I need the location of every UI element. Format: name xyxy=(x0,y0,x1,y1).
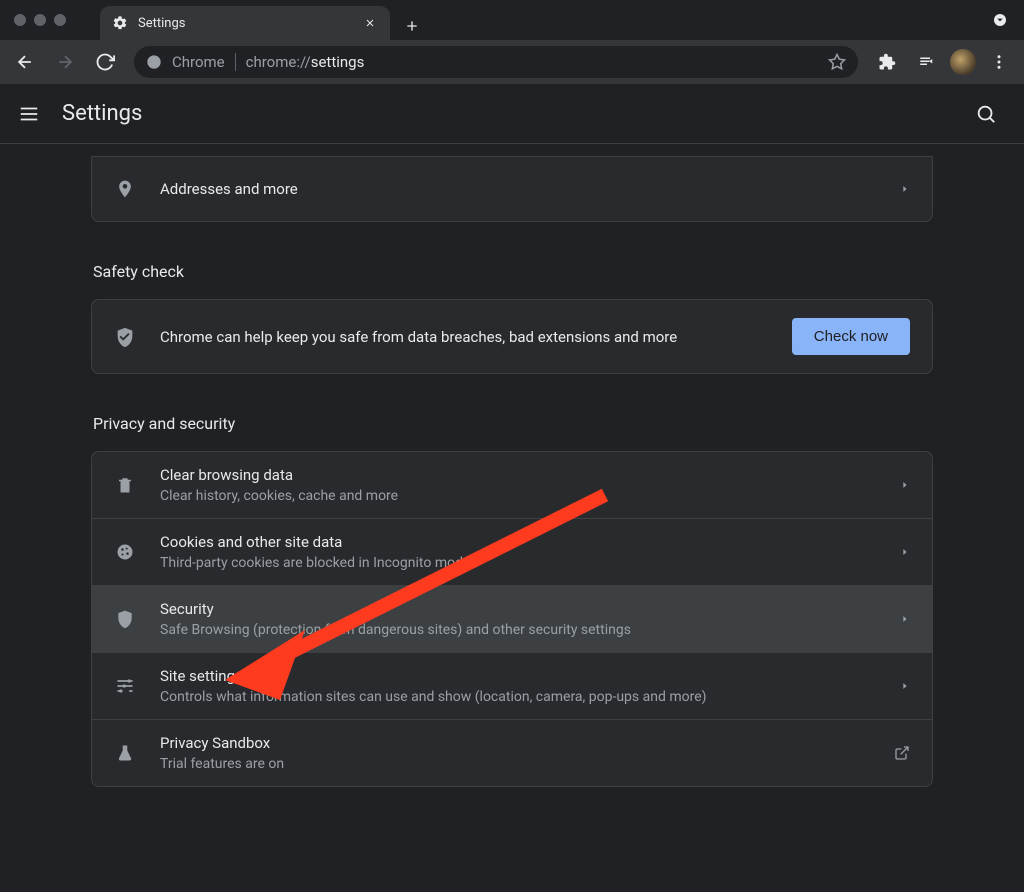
traffic-lights xyxy=(0,14,80,26)
row-title: Privacy Sandbox xyxy=(160,734,870,752)
omnibox-divider xyxy=(235,53,236,71)
search-settings-button[interactable] xyxy=(966,94,1006,134)
cookies-row[interactable]: Cookies and other site data Third-party … xyxy=(92,518,932,585)
chevron-right-icon xyxy=(900,184,910,194)
row-title: Clear browsing data xyxy=(160,466,876,484)
check-now-button[interactable]: Check now xyxy=(792,318,910,355)
row-subtitle: Trial features are on xyxy=(160,756,870,772)
hamburger-menu-icon[interactable] xyxy=(18,103,40,125)
site-info-icon[interactable] xyxy=(146,54,162,70)
chevron-right-icon xyxy=(900,480,910,490)
window-maximize[interactable] xyxy=(54,14,66,26)
tab-overflow-icon[interactable] xyxy=(992,12,1024,28)
addresses-label: Addresses and more xyxy=(160,180,876,198)
settings-content: Addresses and more Safety check Chrome c… xyxy=(0,144,1024,787)
location-pin-icon xyxy=(114,179,136,199)
window-close[interactable] xyxy=(14,14,26,26)
new-tab-button[interactable] xyxy=(398,12,426,40)
row-title: Security xyxy=(160,600,876,618)
row-subtitle: Controls what information sites can use … xyxy=(160,689,876,705)
safety-check-text: Chrome can help keep you safe from data … xyxy=(160,328,768,346)
chevron-right-icon xyxy=(900,614,910,624)
safety-check-card: Chrome can help keep you safe from data … xyxy=(91,299,933,374)
chevron-right-icon xyxy=(900,681,910,691)
privacy-sandbox-row[interactable]: Privacy Sandbox Trial features are on xyxy=(92,719,932,786)
settings-header: Settings xyxy=(0,84,1024,144)
media-control-icon[interactable] xyxy=(910,45,944,79)
tab-strip: Settings xyxy=(100,0,426,40)
row-title: Cookies and other site data xyxy=(160,533,876,551)
menu-icon[interactable] xyxy=(982,45,1016,79)
forward-button[interactable] xyxy=(48,45,82,79)
cookie-icon xyxy=(114,542,136,562)
flask-icon xyxy=(114,743,136,763)
browser-toolbar: Chrome chrome://settings xyxy=(0,40,1024,84)
chrome-scheme-label: Chrome xyxy=(172,53,225,71)
security-row[interactable]: Security Safe Browsing (protection from … xyxy=(92,585,932,652)
row-subtitle: Third-party cookies are blocked in Incog… xyxy=(160,555,876,571)
address-bar[interactable]: Chrome chrome://settings xyxy=(134,46,858,78)
window-titlebar: Settings xyxy=(0,0,1024,40)
profile-avatar[interactable] xyxy=(950,49,976,75)
back-button[interactable] xyxy=(8,45,42,79)
row-subtitle: Safe Browsing (protection from dangerous… xyxy=(160,622,876,638)
clear-browsing-data-row[interactable]: Clear browsing data Clear history, cooki… xyxy=(92,452,932,518)
privacy-card: Clear browsing data Clear history, cooki… xyxy=(91,451,933,787)
external-link-icon xyxy=(894,745,910,761)
row-title: Site settings xyxy=(160,667,876,685)
chevron-right-icon xyxy=(900,547,910,557)
omnibox-url: chrome://settings xyxy=(246,53,818,71)
trash-icon xyxy=(114,475,136,495)
gear-icon xyxy=(112,15,128,31)
privacy-section-title: Privacy and security xyxy=(93,414,933,433)
safety-check-section-title: Safety check xyxy=(93,262,933,281)
extensions-icon[interactable] xyxy=(870,45,904,79)
row-subtitle: Clear history, cookies, cache and more xyxy=(160,488,876,504)
browser-tab-settings[interactable]: Settings xyxy=(100,6,390,40)
close-icon[interactable] xyxy=(362,15,378,31)
autofill-card: Addresses and more xyxy=(91,156,933,222)
window-minimize[interactable] xyxy=(34,14,46,26)
page-title: Settings xyxy=(62,101,142,126)
shield-icon xyxy=(114,609,136,629)
site-settings-row[interactable]: Site settings Controls what information … xyxy=(92,652,932,719)
tune-icon xyxy=(114,676,136,696)
bookmark-star-icon[interactable] xyxy=(828,53,846,71)
tab-title: Settings xyxy=(138,16,352,31)
addresses-row[interactable]: Addresses and more xyxy=(92,157,932,221)
shield-check-icon xyxy=(114,326,136,348)
reload-button[interactable] xyxy=(88,45,122,79)
